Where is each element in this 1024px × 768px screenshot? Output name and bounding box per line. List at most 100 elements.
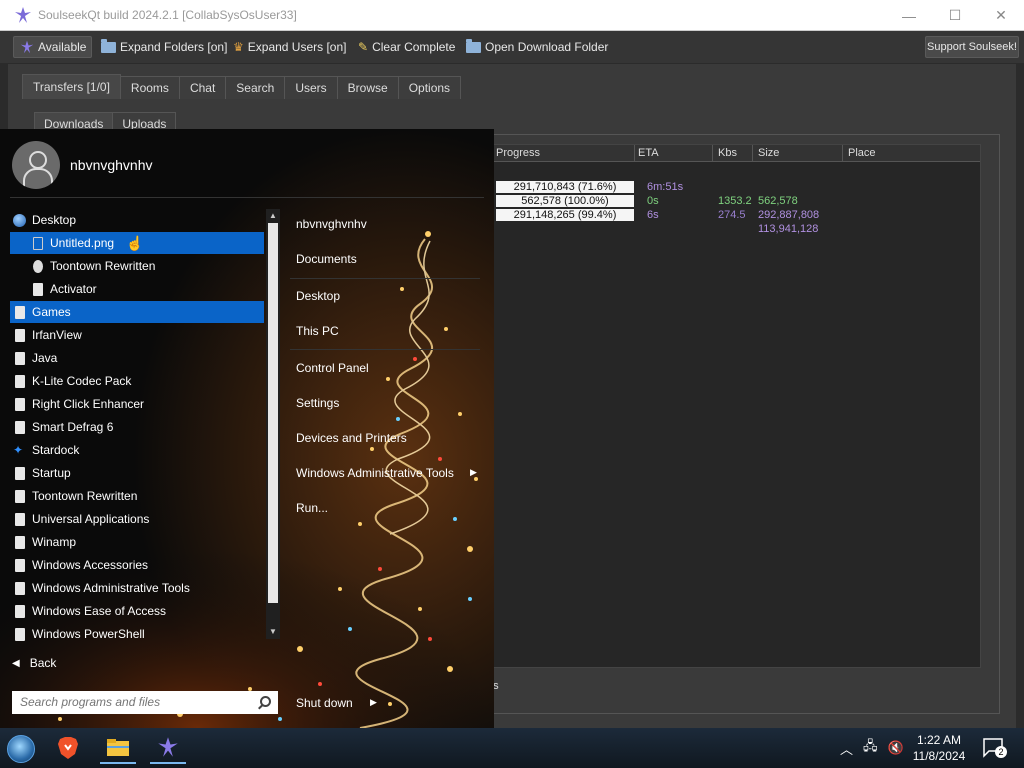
size-cell: 292,887,808 [758,209,820,221]
minimize-button[interactable]: — [886,0,932,31]
tab-browse[interactable]: Browse [336,76,399,99]
column-eta[interactable]: ETA [638,147,659,159]
list-item[interactable]: Desktop [10,209,264,231]
list-item[interactable]: IrfanView [10,324,264,346]
list-item[interactable]: Startup [10,462,264,484]
tab-users[interactable]: Users [284,76,338,99]
right-item-devices-printers[interactable]: Devices and Printers [296,431,407,445]
right-item-settings[interactable]: Settings [296,396,339,410]
downloads-table[interactable]: Progress ETA Kbs Size Place 291,710,843 … [487,144,981,668]
support-soulseek-button[interactable]: Support Soulseek! [925,36,1019,58]
window-title: SoulseekQt build 2024.2.1 [CollabSysOsUs… [38,8,297,22]
network-icon[interactable]: 🖧 [863,737,878,759]
taskbar: ︿ 🖧 🔇 1:22 AM 11/8/2024 2 [0,728,1024,768]
list-item-label: Windows PowerShell [32,627,145,641]
scroll-up-icon[interactable]: ▲ [268,211,278,221]
column-separator [712,145,713,162]
open-download-folder-button[interactable]: Open Download Folder [466,36,608,58]
volume-muted-icon[interactable]: 🔇 [888,740,904,756]
tab-chat[interactable]: Chat [178,76,227,99]
list-item[interactable]: Games [10,301,264,323]
search-icon[interactable] [260,696,271,707]
available-button[interactable]: Available [13,36,92,58]
right-item-admin-tools[interactable]: Windows Administrative Tools [296,466,454,480]
list-item-label: Windows Ease of Access [32,604,167,618]
divider [10,197,484,198]
right-item-run[interactable]: Run... [296,501,328,515]
username: nbvnvghvnhv [70,157,153,173]
clear-complete-button[interactable]: ✎ Clear Complete [358,36,455,58]
column-place[interactable]: Place [848,147,876,159]
table-row[interactable]: 562,578 (100.0%) 0s 1353.2 562,578 [488,195,980,209]
folder-icon [15,627,25,641]
status-bird-icon [20,40,34,54]
list-item[interactable]: Untitled.png ☝ [10,232,264,254]
shut-down-options-icon[interactable]: ▶ [370,697,377,708]
table-row[interactable]: 291,710,843 (71.6%) 6m:51s [488,181,980,195]
list-item-label: Smart Defrag 6 [32,420,114,434]
tab-search[interactable]: Search [225,76,286,99]
folder-icon [15,305,25,319]
programs-scrollbar[interactable]: ▲ ▼ [266,209,280,639]
column-separator [634,145,635,162]
eta-cell: 0s [647,195,659,207]
list-item[interactable]: Windows Ease of Access [10,600,264,622]
avatar[interactable] [12,141,60,189]
list-item[interactable]: Windows Administrative Tools [10,577,264,599]
available-label: Available [38,40,87,54]
list-item[interactable]: Windows PowerShell [10,623,264,645]
right-item-desktop[interactable]: Desktop [296,289,340,303]
expand-users-button[interactable]: ♛ Expand Users [on] [233,36,346,58]
list-item-label: Toontown Rewritten [32,489,138,503]
shut-down-button[interactable]: Shut down [296,696,353,710]
folder-icon [15,604,25,618]
back-label: Back [29,656,57,670]
maximize-button[interactable]: ☐ [932,0,978,31]
brave-icon[interactable] [50,732,86,764]
column-size[interactable]: Size [758,147,779,159]
right-item-documents[interactable]: Documents [296,252,357,266]
right-item-control-panel[interactable]: Control Panel [296,361,369,375]
list-item-label: Java [32,351,58,365]
scroll-down-icon[interactable]: ▼ [268,627,278,637]
list-item[interactable]: K-Lite Codec Pack [10,370,264,392]
soulseek-icon[interactable] [150,732,186,764]
table-row[interactable]: 113,941,128 [488,223,980,237]
list-item[interactable]: Smart Defrag 6 [10,416,264,438]
tab-rooms[interactable]: Rooms [119,76,180,99]
file-explorer-icon[interactable] [100,732,136,764]
start-search[interactable] [12,691,278,714]
tab-options[interactable]: Options [397,76,462,99]
folder-icon [15,512,25,526]
clear-complete-label: Clear Complete [372,40,456,54]
close-button[interactable]: ✕ [978,0,1024,31]
search-input[interactable] [12,691,242,712]
eta-cell: 6s [647,209,659,221]
clock[interactable]: 1:22 AM 11/8/2024 [905,732,973,764]
list-item[interactable]: Universal Applications [10,508,264,530]
divider [290,278,480,279]
column-progress[interactable]: Progress [496,147,540,159]
list-item[interactable]: Winamp [10,531,264,553]
back-button[interactable]: ◀ Back [12,655,56,671]
list-item[interactable]: Right Click Enhancer [10,393,264,415]
broom-icon: ✎ [358,40,369,54]
table-row[interactable]: 291,148,265 (99.4%) 6s 274.5 292,887,808 [488,209,980,223]
tab-transfers[interactable]: Transfers [1/0] [22,74,121,99]
column-kbs[interactable]: Kbs [718,147,737,159]
expand-folders-button[interactable]: Expand Folders [on] [101,36,227,58]
action-center-icon[interactable]: 2 [983,738,1007,758]
right-item-user[interactable]: nbvnvghvnhv [296,217,367,231]
show-hidden-icons-icon[interactable]: ︿ [840,739,853,758]
list-item[interactable]: Activator [10,278,264,300]
scroll-thumb[interactable] [268,223,278,603]
list-item[interactable]: Java [10,347,264,369]
list-item[interactable]: Windows Accessories [10,554,264,576]
list-item[interactable]: Toontown Rewritten [10,255,264,277]
kbs-cell: 274.5 [718,209,746,221]
list-item[interactable]: ✦ Stardock [10,439,264,461]
right-item-this-pc[interactable]: This PC [296,324,339,338]
start-button[interactable] [7,735,35,763]
list-item[interactable]: Toontown Rewritten [10,485,264,507]
user-profile[interactable]: nbvnvghvnhv [12,141,153,189]
